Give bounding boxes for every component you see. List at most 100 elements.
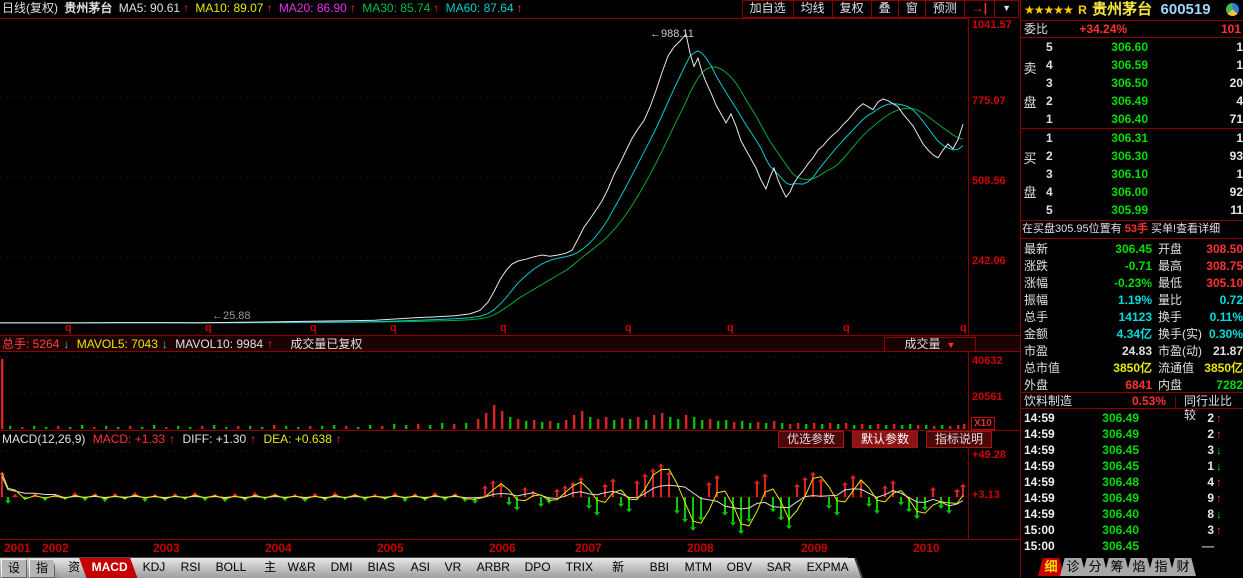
divider bbox=[1021, 238, 1243, 239]
tick-row: 14:59306.499↑ bbox=[1024, 490, 1243, 506]
tab-index[interactable]: 指 bbox=[1148, 558, 1174, 576]
macd-trend-icon: ↑ bbox=[169, 432, 175, 446]
panel-divider bbox=[1020, 0, 1021, 578]
volume-axis-tick: 40632 bbox=[972, 355, 1003, 367]
margin-flag: R bbox=[1078, 3, 1087, 17]
macd-title: MACD(12,26,9) bbox=[2, 432, 85, 446]
mavol10-label: MAVOL10: 9984 bbox=[175, 337, 263, 351]
ma30-trend-icon: ↑ bbox=[433, 1, 439, 15]
dea-trend-icon: ↑ bbox=[336, 432, 342, 446]
tab-minute[interactable]: 分 bbox=[1082, 558, 1108, 576]
weibi-value: +34.24% bbox=[1079, 22, 1127, 36]
buy-row-3: 3306.101 bbox=[1042, 165, 1243, 183]
price-chart: ←988.11←25.88qqqqqqqqq bbox=[0, 19, 968, 335]
year-label: 2004 bbox=[265, 541, 292, 555]
quote-row: 涨跌-0.71最高308.75 bbox=[1024, 258, 1243, 275]
year-label: 2002 bbox=[42, 541, 69, 555]
stock-name: 贵州茅台 bbox=[1092, 1, 1152, 18]
ma-toggle-button[interactable]: 均线 bbox=[794, 1, 833, 17]
svg-text:q: q bbox=[843, 322, 850, 334]
sector-name[interactable]: 饮料制造 bbox=[1024, 394, 1072, 408]
time-axis: 2001200220032004200520062007200820092010 bbox=[0, 541, 1020, 556]
macd-axis-tick: +49.28 bbox=[972, 449, 1006, 461]
ma20-trend-icon: ↑ bbox=[350, 1, 356, 15]
diff-value: DIFF: +1.30 bbox=[182, 432, 246, 446]
period-label: 日线(复权) bbox=[2, 1, 58, 15]
tick-row: 14:59306.451↓ bbox=[1024, 458, 1243, 474]
tick-row: 14:59306.492↑ bbox=[1024, 410, 1243, 426]
tab-expma[interactable]: EXPMA bbox=[794, 558, 864, 578]
sell-row-4: 4306.591 bbox=[1042, 56, 1243, 74]
sell-row-3: 3306.5020 bbox=[1042, 74, 1243, 92]
weibi-row: 委比 +34.24% 101 bbox=[1024, 21, 1243, 37]
ma60-label: MA60: 87.64 bbox=[446, 1, 514, 15]
tab-finance[interactable]: 财 bbox=[1170, 558, 1196, 576]
divider bbox=[1021, 408, 1243, 409]
quote-row: 振幅1.19%量比0.72 bbox=[1024, 292, 1243, 309]
buy-row-2: 2306.3093 bbox=[1042, 147, 1243, 165]
tdx-app-window: 日线(复权) 贵州茅台 MA5: 90.61↑ MA10: 89.07↑ MA2… bbox=[0, 0, 1243, 578]
svg-text:q: q bbox=[625, 322, 632, 334]
divider bbox=[1021, 220, 1243, 221]
default-params-button[interactable]: 默认参数 bbox=[852, 431, 918, 448]
indicator-help-button[interactable]: 指标说明 bbox=[926, 431, 992, 448]
settings-button[interactable]: 设置 bbox=[1, 559, 27, 578]
quote-row: 涨幅-0.23%最低305.10 bbox=[1024, 275, 1243, 292]
year-label: 2006 bbox=[489, 541, 516, 555]
optimal-params-button[interactable]: 优选参数 bbox=[778, 431, 844, 448]
chevron-down-icon[interactable]: ▼ bbox=[995, 1, 1018, 17]
quote-row: 总手14123换手0.11% bbox=[1024, 309, 1243, 326]
svg-text:←988.11: ←988.11 bbox=[650, 28, 694, 40]
svg-text:q: q bbox=[960, 322, 967, 334]
tab-flame[interactable]: 焰 bbox=[1126, 558, 1152, 576]
adjust-price-button[interactable]: 复权 bbox=[833, 1, 872, 17]
svg-text:q: q bbox=[65, 322, 72, 334]
macd-header: MACD(12,26,9) MACD: +1.33↑ DIFF: +1.30↑ … bbox=[2, 432, 346, 447]
volume-chart bbox=[0, 353, 968, 430]
volume-indicator-select[interactable]: 成交量 ▼ bbox=[884, 337, 976, 352]
overlay-button[interactable]: 叠 bbox=[872, 1, 899, 17]
mavol5-trend-icon: ↓ bbox=[162, 337, 168, 351]
mavol5-label: MAVOL5: 7043 bbox=[77, 337, 158, 351]
price-axis-tick: 242.06 bbox=[972, 255, 1006, 267]
goto-end-icon[interactable]: →| bbox=[965, 1, 995, 17]
chart-info-bar: 日线(复权) 贵州茅台 MA5: 90.61↑ MA10: 89.07↑ MA2… bbox=[2, 0, 526, 17]
ma10-trend-icon: ↑ bbox=[266, 1, 272, 15]
notice-text: 在买盘305.95位置有 bbox=[1022, 223, 1125, 235]
tab-chips[interactable]: 筹 bbox=[1104, 558, 1130, 576]
rating-stars-icon: ★★★★★ bbox=[1024, 3, 1073, 17]
stock-code: 600519 bbox=[1161, 1, 1211, 18]
macd-value: MACD: +1.33 bbox=[93, 432, 165, 446]
indicator-tab-bar: 设置 指标平台 资讯 MACD KDJ RSI BOLL 主力 W&R DMI … bbox=[0, 557, 848, 578]
stock-header: ★★★★★ R 贵州茅台 600519 bbox=[1024, 1, 1211, 19]
volume-select-label: 成交量 bbox=[905, 337, 941, 351]
ma5-trend-icon: ↑ bbox=[183, 1, 189, 15]
tick-row: 15:00306.403↑ bbox=[1024, 522, 1243, 538]
market-globe-icon[interactable] bbox=[1226, 3, 1239, 16]
tab-detail[interactable]: 细 bbox=[1038, 558, 1064, 576]
year-label: 2003 bbox=[153, 541, 180, 555]
year-label: 2009 bbox=[801, 541, 828, 555]
chevron-down-icon: ▼ bbox=[947, 340, 956, 350]
notice-detail-link[interactable]: 买单!查看详细 bbox=[1148, 223, 1220, 235]
divider bbox=[1021, 392, 1243, 393]
volume-chart-pane bbox=[0, 353, 968, 433]
macd-axis-tick: +3.13 bbox=[972, 489, 1000, 501]
quote-row: 最新306.45开盘308.50 bbox=[1024, 241, 1243, 258]
quote-row: 市盈24.83市盈(动)21.87 bbox=[1024, 343, 1243, 360]
ma5-label: MA5: 90.61 bbox=[119, 1, 180, 15]
tab-diagnose[interactable]: 诊 bbox=[1060, 558, 1086, 576]
notice-lots: 53手 bbox=[1125, 223, 1148, 235]
indicator-platform-button[interactable]: 指标平台 bbox=[29, 559, 55, 578]
sell-side-label: 卖盘 bbox=[1023, 52, 1037, 120]
window-button[interactable]: 窗 bbox=[899, 1, 926, 17]
sell-row-1: 1306.4071 bbox=[1042, 110, 1243, 128]
order-notice: 在买盘305.95位置有 53手 买单!查看详细 bbox=[1022, 222, 1243, 237]
total-lots-trend-icon: ↓ bbox=[63, 337, 69, 351]
buy-row-4: 4306.0092 bbox=[1042, 183, 1243, 201]
tick-row: 15:00306.45— bbox=[1024, 538, 1243, 554]
ma30-label: MA30: 85.74 bbox=[362, 1, 430, 15]
ma60-trend-icon: ↑ bbox=[517, 1, 523, 15]
add-watchlist-button[interactable]: 加自选 bbox=[743, 1, 794, 17]
forecast-button[interactable]: 预测 bbox=[926, 1, 965, 17]
